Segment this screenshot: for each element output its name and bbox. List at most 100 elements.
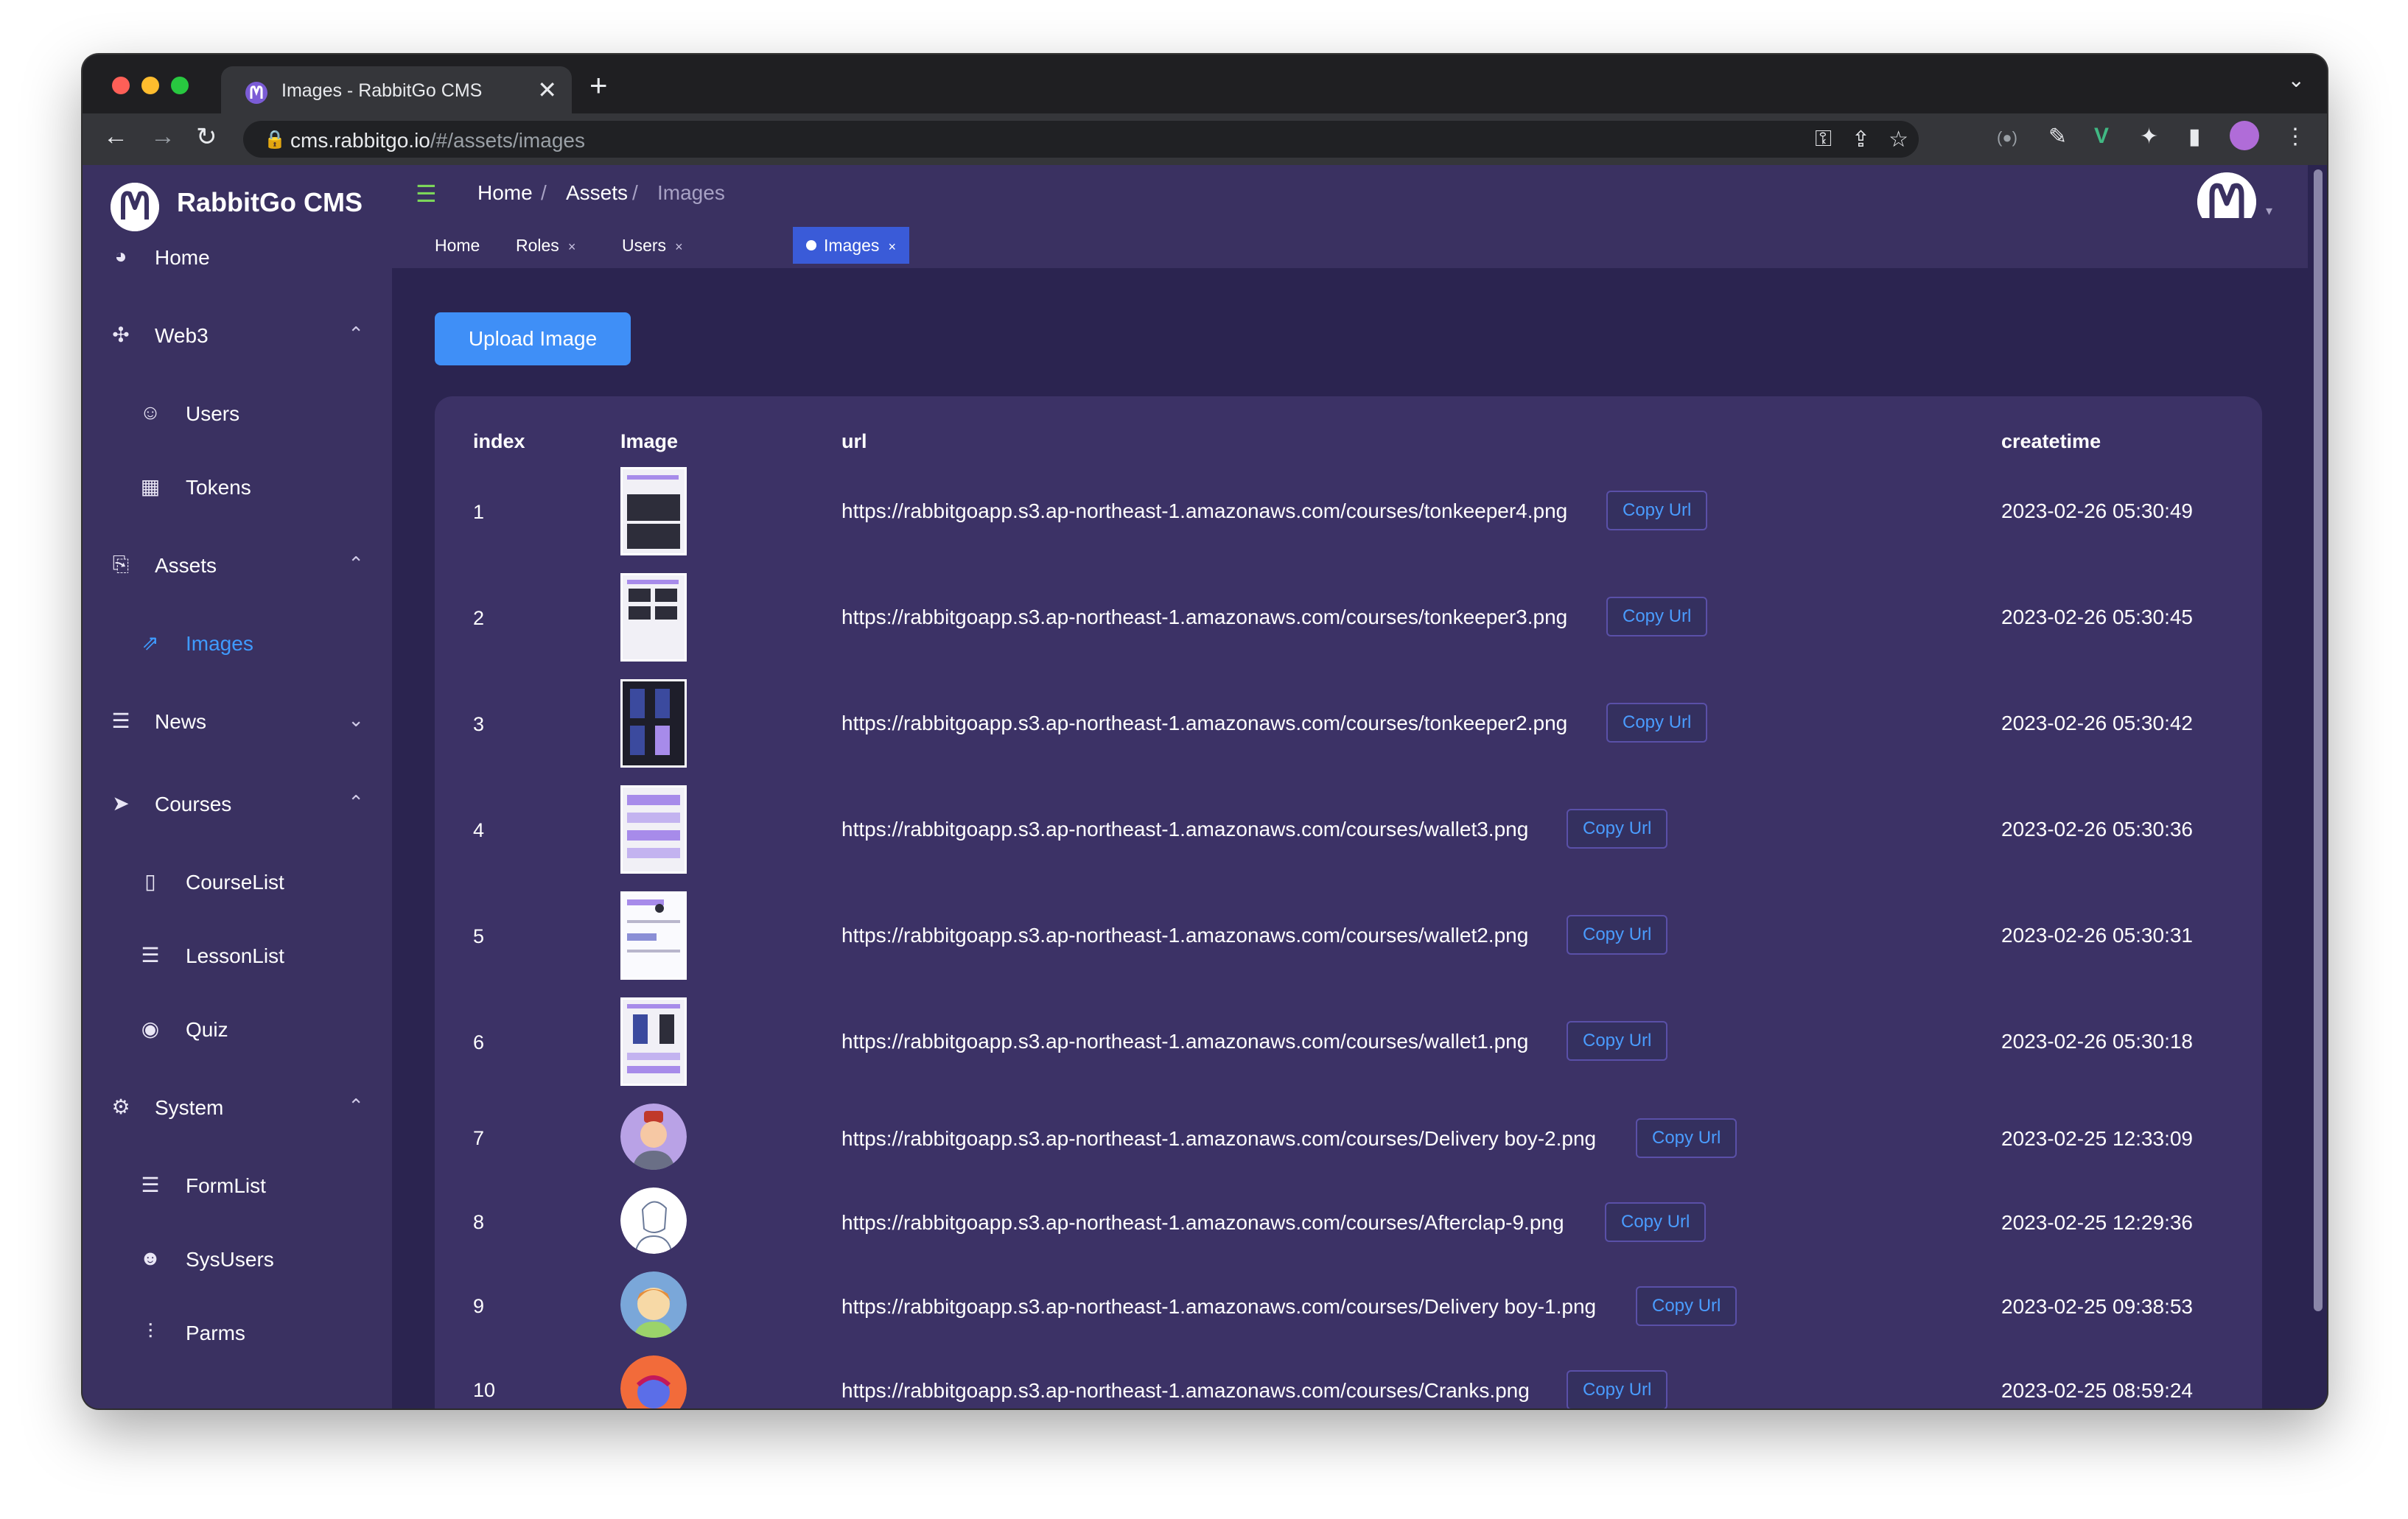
image-url: https://rabbitgoapp.s3.ap-northeast-1.am… — [841, 1030, 1529, 1053]
copy-url-button[interactable]: Copy Url — [1567, 1370, 1668, 1409]
avatar-image-thumbnail[interactable] — [620, 1355, 687, 1409]
sidebar-item-assets[interactable]: ⎘ Assets ⌃ — [83, 541, 392, 592]
column-header-url: url — [841, 430, 867, 452]
copy-url-button[interactable]: Copy Url — [1605, 1202, 1707, 1242]
image-thumbnail[interactable] — [620, 785, 687, 874]
close-icon[interactable]: × — [888, 239, 896, 254]
extension-pencil-icon[interactable]: ✎ — [2048, 124, 2067, 150]
sidebar-item-system[interactable]: ⚙ System ⌃ — [83, 1083, 392, 1134]
address-bar[interactable]: 🔒 cms.rabbitgo.io/#/assets/images ⚿ ⇪ ☆ — [243, 121, 1919, 158]
sidebar-item-formlist[interactable]: ☰ FormList — [83, 1161, 392, 1213]
image-url: https://rabbitgoapp.s3.ap-northeast-1.am… — [841, 818, 1529, 841]
assets-icon: ⎘ — [112, 552, 130, 575]
active-dot-icon — [806, 239, 816, 250]
copy-url-button[interactable]: Copy Url — [1567, 915, 1668, 955]
reload-icon[interactable]: ↻ — [196, 122, 217, 152]
sidebar-item-lessonlist[interactable]: ☰ LessonList — [83, 931, 392, 983]
image-url: https://rabbitgoapp.s3.ap-northeast-1.am… — [841, 1127, 1597, 1150]
sidebar-item-tokens[interactable]: ▦ Tokens — [83, 463, 392, 514]
minimize-window-button[interactable] — [141, 77, 159, 94]
forward-arrow-icon[interactable]: → — [150, 122, 175, 151]
row-index: 3 — [473, 713, 485, 735]
browser-tab[interactable]: Images - RabbitGo CMS ✕ — [221, 66, 572, 113]
table-row: 7 https://rabbitgoapp.s3.ap-northeast-1.… — [435, 1104, 2262, 1177]
column-header-index: index — [473, 430, 525, 452]
image-thumbnail[interactable] — [620, 679, 687, 768]
avatar-image-thumbnail[interactable] — [620, 1271, 687, 1338]
sidebar-item-web3[interactable]: ✣ Web3 ⌃ — [83, 311, 392, 362]
sidebar-item-sysusers[interactable]: ☻ SysUsers — [83, 1235, 392, 1286]
tab-close-icon[interactable]: ✕ — [537, 76, 557, 104]
external-link-icon: ⇗ — [141, 631, 159, 654]
avatar-image-thumbnail[interactable] — [620, 1188, 687, 1254]
address-url[interactable]: cms.rabbitgo.io/#/assets/images — [290, 129, 585, 152]
image-thumbnail[interactable] — [620, 573, 687, 662]
extension-code-icon[interactable]: (●) — [1997, 128, 2017, 147]
star-icon[interactable]: ☆ — [1889, 127, 1908, 152]
tag-roles[interactable]: Roles × — [503, 227, 589, 264]
tab-search-chevron-icon[interactable]: ⌄ — [2288, 68, 2305, 92]
sidebar-item-courselist[interactable]: ▯ CourseList — [83, 857, 392, 909]
share-icon[interactable]: ⇪ — [1852, 127, 1870, 152]
row-index: 10 — [473, 1379, 496, 1401]
copy-url-button[interactable]: Copy Url — [1636, 1118, 1737, 1158]
sidebar-item-courses[interactable]: ➤ Courses ⌃ — [83, 779, 392, 831]
tag-users[interactable]: Users × — [609, 227, 696, 264]
avatar-image-thumbnail[interactable] — [620, 1104, 687, 1170]
maximize-window-button[interactable] — [171, 77, 189, 94]
scrollbar-thumb[interactable] — [2314, 169, 2323, 1311]
eye-icon: ◉ — [141, 1017, 160, 1040]
close-icon[interactable]: × — [568, 239, 576, 254]
copy-url-button[interactable]: Copy Url — [1567, 809, 1668, 849]
breadcrumb-assets[interactable]: Assets — [566, 181, 628, 205]
image-thumbnail[interactable] — [620, 891, 687, 980]
image-thumbnail[interactable] — [620, 997, 687, 1086]
sidebar-item-label: SysUsers — [186, 1248, 274, 1271]
chevron-up-icon: ⌃ — [348, 323, 364, 345]
row-createtime: 2023-02-25 08:59:24 — [2001, 1379, 2193, 1402]
sidebar-item-label: CourseList — [186, 871, 284, 894]
menu-fold-icon[interactable]: ☰ — [416, 180, 437, 208]
sidebar-item-label: Courses — [155, 793, 232, 815]
close-window-button[interactable] — [112, 77, 130, 94]
close-icon[interactable]: × — [675, 239, 683, 254]
image-url: https://rabbitgoapp.s3.ap-northeast-1.am… — [841, 924, 1529, 947]
key-icon[interactable]: ⚿ — [1815, 127, 1832, 152]
page-scrollbar[interactable] — [2308, 165, 2327, 1409]
breadcrumb-home[interactable]: Home — [477, 181, 533, 205]
vue-devtools-icon[interactable]: V — [2094, 124, 2109, 149]
side-panel-icon[interactable]: ▮ — [2188, 124, 2201, 150]
upload-image-button[interactable]: Upload Image — [435, 312, 631, 365]
sidebar: RabbitGo CMS ◕ Home ✣ Web3 ⌃ ☺ Users ▦ T… — [83, 165, 392, 1409]
sidebar-item-label: LessonList — [186, 944, 284, 967]
sidebar-item-users[interactable]: ☺ Users — [83, 389, 392, 441]
sidebar-item-parms[interactable]: ⫶ Parms — [83, 1308, 392, 1360]
url-path: /#/assets/images — [430, 129, 585, 152]
extensions-puzzle-icon[interactable]: ✦ — [2140, 124, 2158, 150]
profile-avatar-icon[interactable] — [2230, 121, 2259, 150]
browser-window: Images - RabbitGo CMS ✕ + ⌄ ← → ↻ 🔒 cms.… — [83, 55, 2327, 1409]
column-header-createtime: createtime — [2001, 430, 2101, 452]
copy-url-button[interactable]: Copy Url — [1606, 703, 1708, 743]
back-arrow-icon[interactable]: ← — [103, 122, 128, 151]
list-icon: ☰ — [141, 944, 160, 967]
image-url: https://rabbitgoapp.s3.ap-northeast-1.am… — [841, 499, 1568, 522]
tag-home[interactable]: Home — [421, 227, 493, 264]
image-thumbnail[interactable] — [620, 467, 687, 555]
copy-url-button[interactable]: Copy Url — [1636, 1286, 1737, 1326]
browser-menu-icon[interactable]: ⋮ — [2284, 124, 2306, 150]
copy-url-button[interactable]: Copy Url — [1606, 597, 1708, 636]
sidebar-item-quiz[interactable]: ◉ Quiz — [83, 1005, 392, 1056]
sidebar-item-home[interactable]: ◕ Home — [83, 233, 392, 284]
brand-name: RabbitGo CMS — [177, 187, 363, 217]
tag-images[interactable]: Images × — [793, 227, 909, 264]
sidebar-item-news[interactable]: ☰ News ⌄ — [83, 697, 392, 748]
chevron-up-icon: ⌃ — [348, 1095, 364, 1117]
url-host: cms.rabbitgo.io — [290, 129, 430, 152]
sidebar-item-images[interactable]: ⇗ Images — [83, 619, 392, 670]
rabbit-logo-icon — [111, 183, 159, 231]
caret-down-icon[interactable]: ▾ — [2266, 203, 2272, 219]
copy-url-button[interactable]: Copy Url — [1567, 1021, 1668, 1061]
copy-url-button[interactable]: Copy Url — [1606, 491, 1708, 530]
new-tab-button[interactable]: + — [589, 68, 608, 103]
